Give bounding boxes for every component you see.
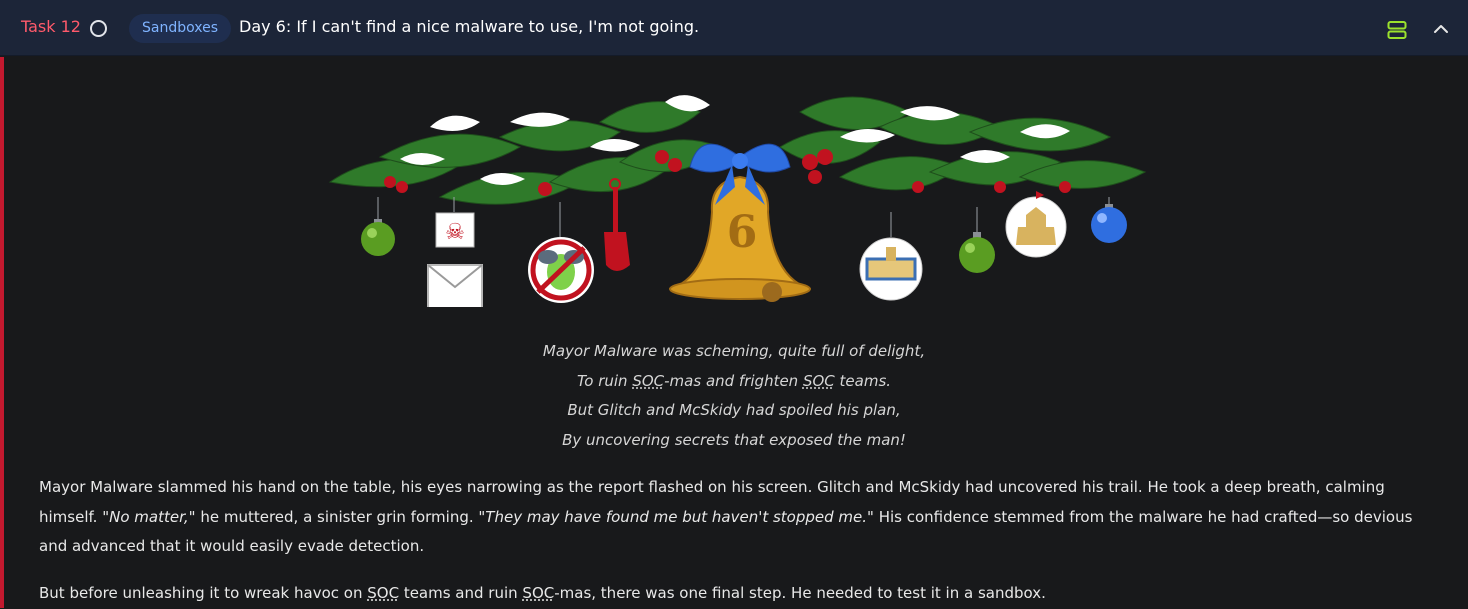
story-paragraph-2: But before unleashing it to wreak havoc …: [39, 579, 1439, 609]
soc-abbreviation[interactable]: SOC: [522, 584, 554, 602]
malware-envelope-icon: ☠: [427, 212, 483, 307]
paragraph-text: -mas, there was one final step. He neede…: [554, 584, 1046, 602]
soc-abbreviation[interactable]: SOC: [367, 584, 399, 602]
task-status-circle-icon: [90, 20, 107, 37]
sandcastle-ornament-icon: [1005, 191, 1067, 258]
task-content: ☠ 6 Mayor Malware was scheming, quite fu…: [0, 57, 1468, 608]
soc-abbreviation[interactable]: SOC: [632, 372, 664, 390]
task-accent-bar: [0, 57, 4, 608]
sandbox-ornament-icon: [859, 237, 923, 301]
green-ornament-left-icon: [361, 219, 395, 256]
poem-text: teams.: [834, 371, 892, 390]
poem-line-1: Mayor Malware was scheming, quite full o…: [542, 342, 926, 360]
chevron-up-icon[interactable]: [1431, 19, 1451, 39]
split-view-icon[interactable]: [1387, 20, 1407, 40]
bell-6-ornament-icon: 6: [669, 175, 811, 302]
bell-number: 6: [727, 207, 758, 258]
poem: Mayor Malware was scheming, quite full o…: [0, 337, 1468, 455]
svg-text:☠: ☠: [445, 220, 465, 245]
poem-line-2: To ruin SOC-mas and frighten SOC teams.: [0, 367, 1468, 397]
soc-abbreviation[interactable]: SOC: [803, 372, 835, 390]
green-ornament-right-icon: [959, 232, 995, 273]
paragraph-text: teams and ruin: [399, 584, 523, 602]
shovel-icon: [604, 178, 630, 271]
task-number: Task 12: [21, 17, 81, 36]
quote-text: "They may have found me but haven't stop…: [478, 507, 874, 526]
poem-text: -mas and frighten: [664, 371, 803, 390]
poem-line-4: By uncovering secrets that exposed the m…: [562, 430, 906, 449]
holly-garland-banner: ☠ 6: [328, 95, 1147, 307]
no-bug-ornament-icon: [528, 237, 594, 303]
blue-ornament-icon: [1091, 204, 1127, 243]
task-header[interactable]: Task 12 Sandboxes Day 6: If I can't find…: [0, 0, 1468, 56]
poem-text: To ruin: [576, 371, 633, 390]
task-title[interactable]: Day 6: If I can't find a nice malware to…: [239, 17, 699, 36]
poem-line-3: But Glitch and McSkidy had spoiled his p…: [567, 401, 901, 419]
paragraph-text: But before unleashing it to wreak havoc …: [39, 584, 368, 602]
paragraph-text: he muttered, a sinister grin forming.: [195, 507, 479, 526]
story-paragraph-1: Mayor Malware slammed his hand on the ta…: [39, 473, 1439, 562]
quote-text: "No matter,": [102, 507, 196, 526]
topic-tag: Sandboxes: [129, 14, 232, 43]
